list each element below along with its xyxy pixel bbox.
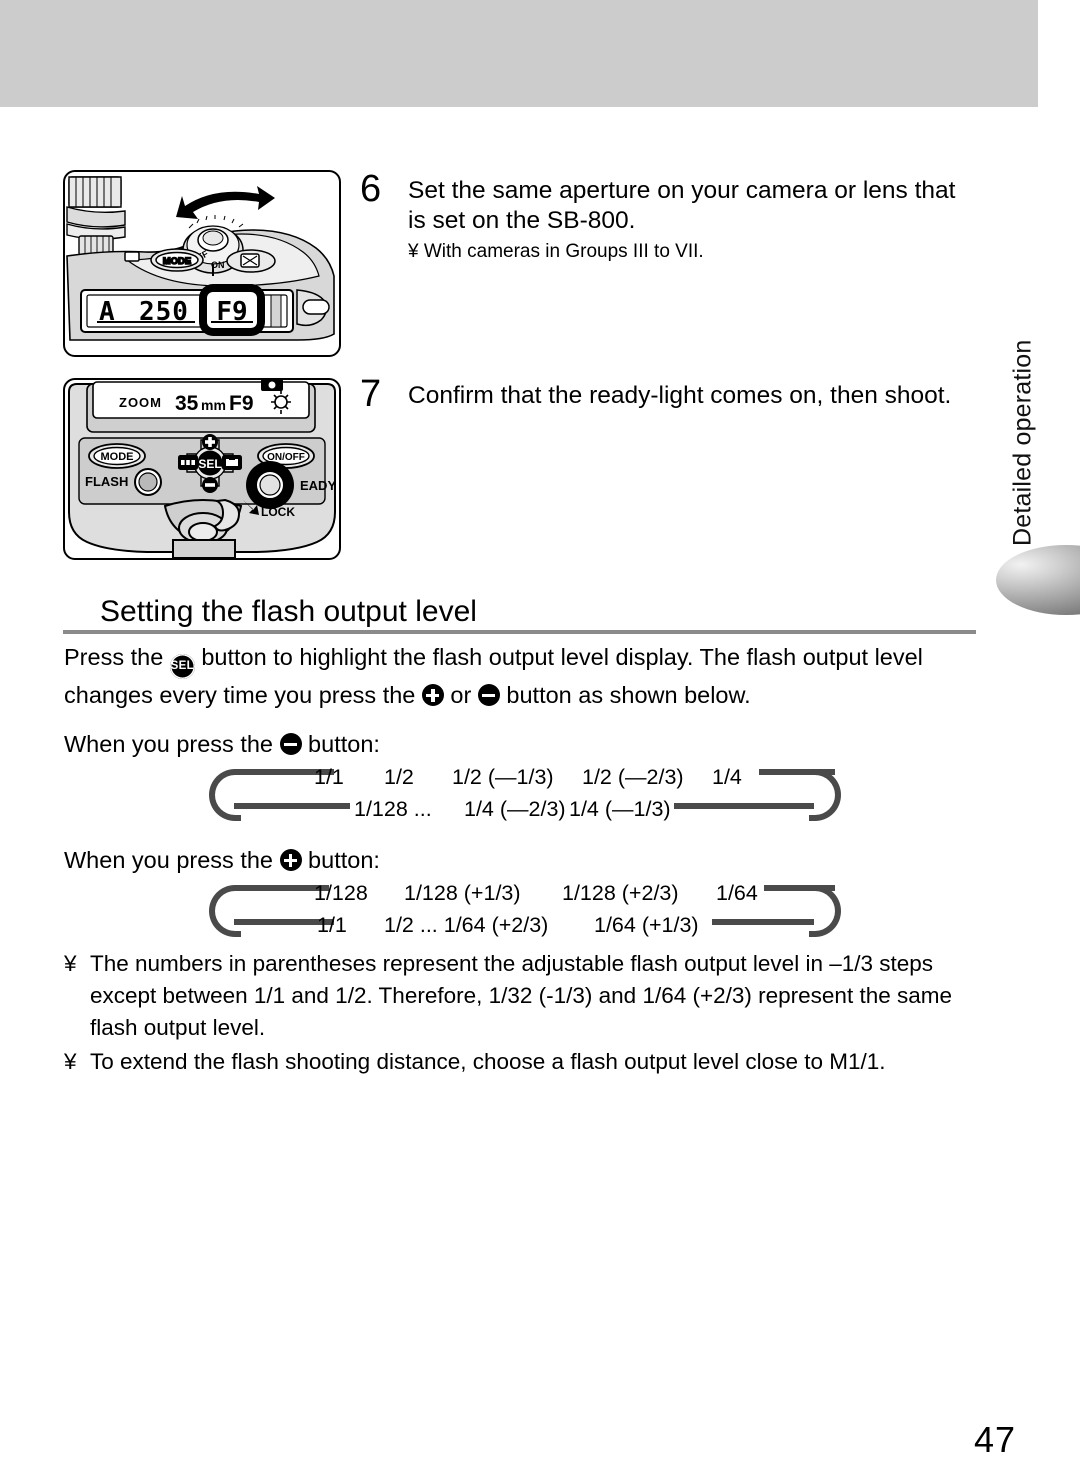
minus-button-icon xyxy=(477,684,500,706)
seq-value: 1/2 (—1/3) xyxy=(452,765,554,790)
manual-page: Detailed operation ON MODE A 250 F9 ZOOM… xyxy=(0,0,1080,1483)
sequence-plus-caption-prefix: When you press the xyxy=(64,847,280,873)
section-heading: Setting the flash output level xyxy=(100,595,477,628)
plus-button-icon xyxy=(421,684,444,706)
sequence-minus-caption-prefix: When you press the xyxy=(64,731,280,757)
svg-text:FLASH: FLASH xyxy=(85,474,128,489)
footnote-mark: ¥ xyxy=(64,1048,77,1074)
page-number: 47 xyxy=(973,1419,1016,1460)
seq-value: 1/4 xyxy=(712,765,742,790)
section-rule xyxy=(63,630,976,634)
footnote-mark: ¥ xyxy=(64,951,77,976)
illustration-camera-top: OFF ON ✹ MODE xyxy=(63,170,341,357)
seq-value: 1/128 xyxy=(314,881,368,906)
svg-text:MODE: MODE xyxy=(163,256,192,267)
footnote-text: The numbers in parentheses represent the… xyxy=(90,951,952,1040)
step-6-note-text: With cameras in Groups III to VII. xyxy=(423,240,704,262)
seq-value: 1/1 xyxy=(317,913,347,938)
seq-value: 1/64 (+1/3) xyxy=(594,913,699,938)
step-6-note: ¥ With cameras in Groups III to VII. xyxy=(408,240,960,265)
flash-panel-drawing: ZOOM 35 mm F9 MODE ON/OFF FLASH SEL EADY… xyxy=(68,380,336,558)
seq-value: 1/128 (+2/3) xyxy=(562,881,679,906)
sequence-minus-bottom-row: 1/128 ... 1/4 (—2/3) 1/4 (—1/3) xyxy=(64,794,984,824)
top-gray-band xyxy=(0,0,1038,107)
step-6-title: Set the same aperture on your camera or … xyxy=(408,177,956,234)
seq-value: 1/2 ... 1/64 (+2/3) xyxy=(384,913,549,938)
svg-text:mm: mm xyxy=(201,397,226,413)
intro-text-3: button as shown below. xyxy=(499,682,751,708)
minus-button-icon xyxy=(279,733,302,755)
intro-text-or: or xyxy=(443,682,478,708)
seq-value: 1/2 (—2/3) xyxy=(582,765,684,790)
step-7-title: Confirm that the ready-light comes on, t… xyxy=(408,382,952,409)
seq-value: 1/64 xyxy=(716,881,758,906)
svg-text:ZOOM: ZOOM xyxy=(119,395,162,410)
svg-text:F9: F9 xyxy=(229,392,254,415)
sequence-plus: When you press the button: 1/128 1/128 (… xyxy=(64,846,984,946)
svg-text:SEL: SEL xyxy=(198,457,221,471)
footnote-text: To extend the flash shooting distance, c… xyxy=(90,1048,886,1074)
sel-button-icon: SEL xyxy=(169,654,195,679)
svg-text:MODE: MODE xyxy=(101,451,134,463)
sequence-minus: When you press the button: 1/1 1/2 1/2 (… xyxy=(64,730,984,830)
step-7: 7 Confirm that the ready-light comes on,… xyxy=(360,375,960,413)
sequence-minus-caption: When you press the button: xyxy=(64,730,984,758)
footnotes: ¥ The numbers in parentheses represent t… xyxy=(64,948,982,1080)
camera-top-drawing: OFF ON ✹ MODE xyxy=(66,176,335,341)
seq-value: 1/128 ... xyxy=(354,797,432,822)
side-tab-label: Detailed operation xyxy=(1008,339,1037,547)
plus-button-icon xyxy=(279,849,302,871)
seq-value: 1/4 (—1/3) xyxy=(569,797,671,822)
step-6: 6 Set the same aperture on your camera o… xyxy=(360,170,960,265)
svg-text:EADY: EADY xyxy=(300,478,336,493)
sequence-minus-top-row: 1/1 1/2 1/2 (—1/3) 1/2 (—2/3) 1/4 xyxy=(64,762,984,792)
step-6-number: 6 xyxy=(360,168,382,210)
sequence-minus-diagram: 1/1 1/2 1/2 (—1/3) 1/2 (—2/3) 1/4 1/128 … xyxy=(64,762,984,830)
footnote-item: ¥ The numbers in parentheses represent t… xyxy=(64,948,982,1044)
sequence-plus-bottom-row: 1/1 1/2 ... 1/64 (+2/3) 1/64 (+1/3) xyxy=(64,910,984,940)
illustration-flash-control-panel: ZOOM 35 mm F9 MODE ON/OFF FLASH SEL EADY… xyxy=(63,378,341,560)
svg-text:LOCK: LOCK xyxy=(261,505,295,519)
sequence-minus-caption-suffix: button: xyxy=(301,731,380,757)
sequence-plus-diagram: 1/128 1/128 (+1/3) 1/128 (+2/3) 1/64 1/1… xyxy=(64,878,984,946)
step-7-number: 7 xyxy=(360,373,382,415)
intro-text-1: Press the xyxy=(64,644,170,670)
seq-value: 1/4 (—2/3) xyxy=(464,797,566,822)
sequence-plus-caption-suffix: button: xyxy=(301,847,380,873)
step-6-note-mark: ¥ xyxy=(408,240,419,262)
intro-paragraph: Press the SEL button to highlight the fl… xyxy=(64,641,979,711)
svg-text:35: 35 xyxy=(175,392,199,415)
seq-value: 1/2 xyxy=(384,765,414,790)
seq-value: 1/128 (+1/3) xyxy=(404,881,521,906)
seq-value: 1/1 xyxy=(314,765,344,790)
sequence-plus-caption: When you press the button: xyxy=(64,846,984,874)
footnote-item: ¥ To extend the flash shooting distance,… xyxy=(64,1046,982,1078)
sequence-plus-top-row: 1/128 1/128 (+1/3) 1/128 (+2/3) 1/64 xyxy=(64,878,984,908)
